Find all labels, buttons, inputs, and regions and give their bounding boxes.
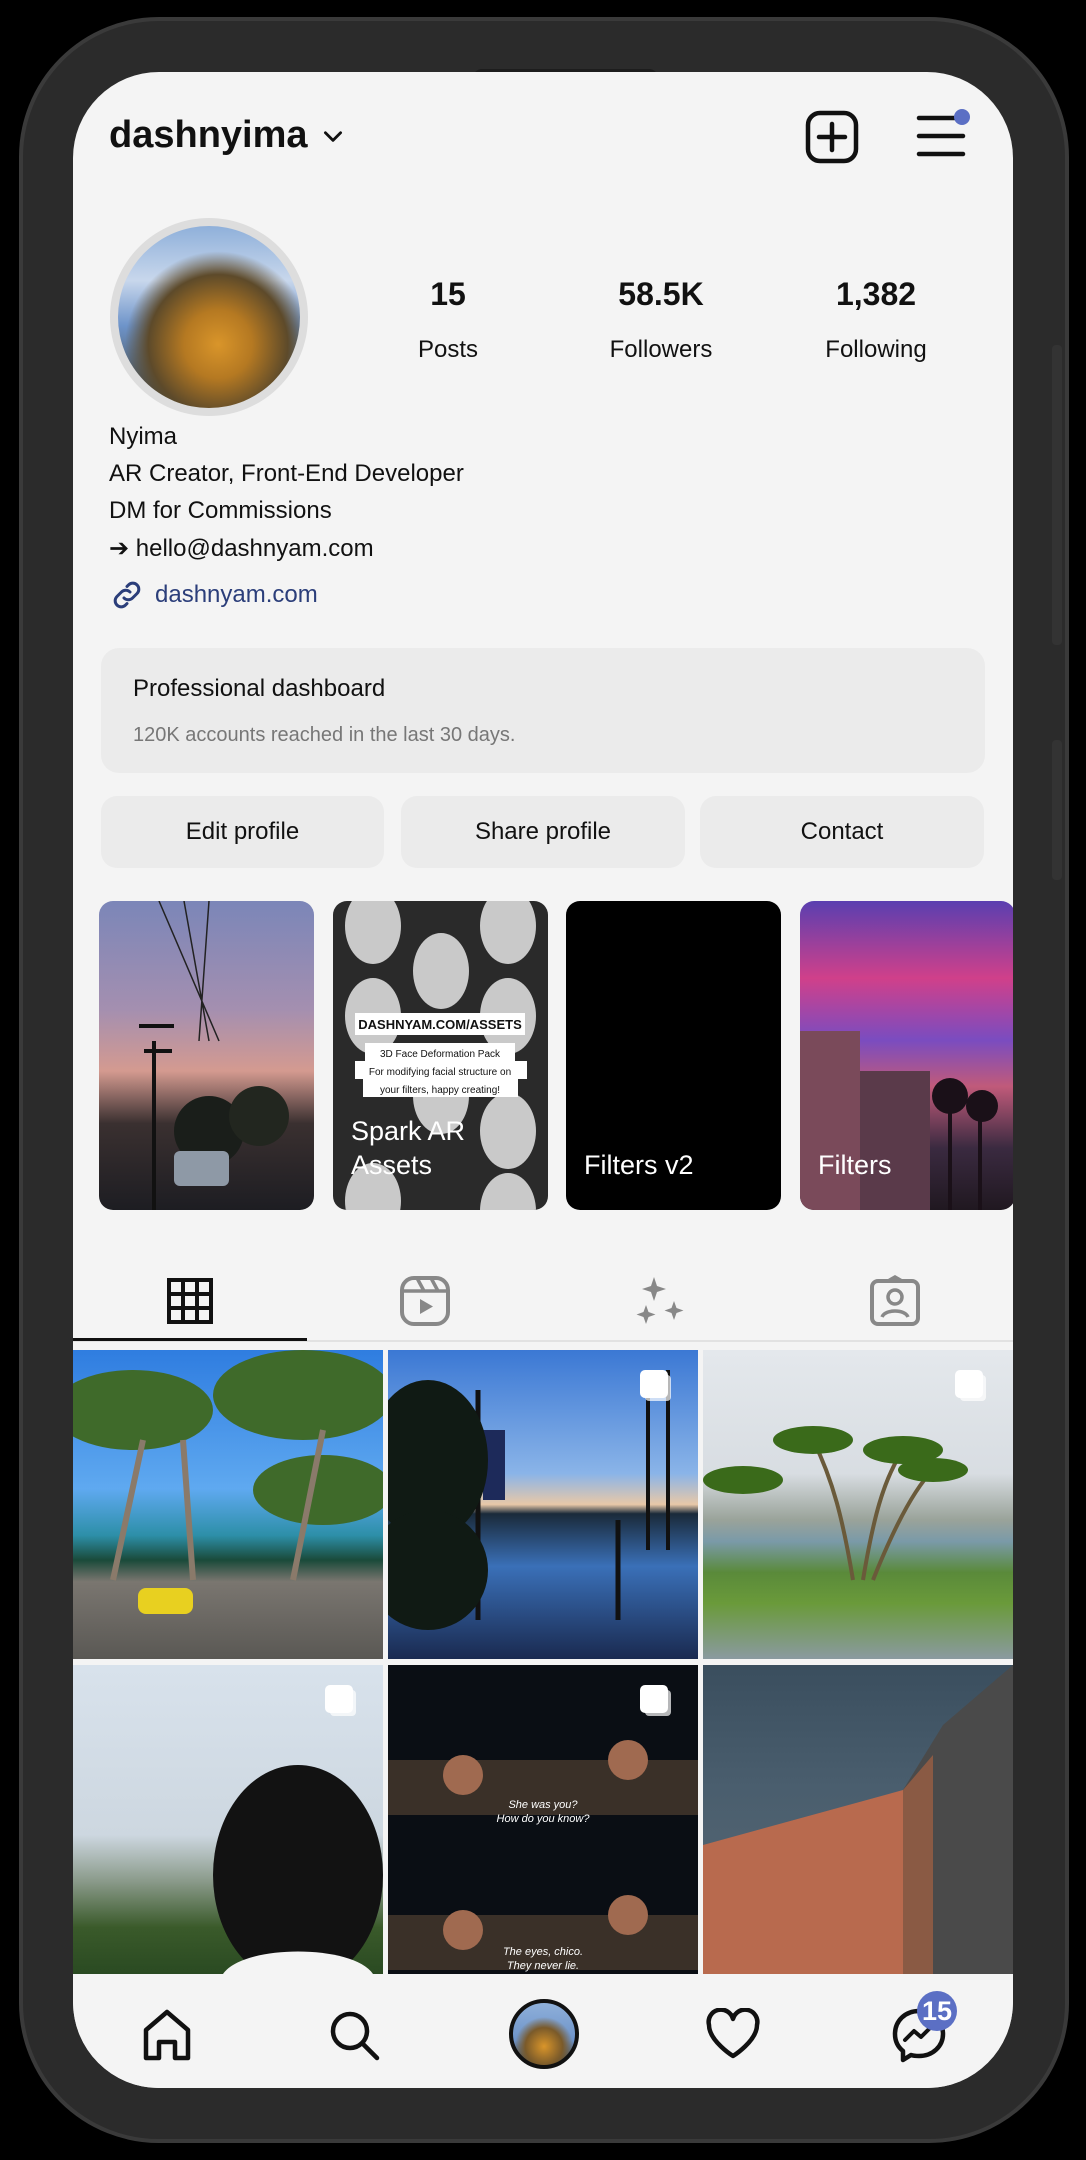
grid-post[interactable] (703, 1350, 1013, 1659)
sparkles-icon (636, 1277, 684, 1324)
bio-email[interactable]: ➔ hello@dashnyam.com (109, 534, 374, 563)
overlay-text: your filters, happy creating! (380, 1085, 500, 1096)
tab-reels[interactable] (308, 1261, 542, 1341)
tab-posts-grid[interactable] (73, 1261, 307, 1341)
bottom-nav: 15 (73, 1975, 1013, 2088)
post-image (73, 1350, 383, 1614)
grid-post[interactable]: She was you? How do you know? The eyes, … (388, 1665, 698, 1974)
highlight-cover (139, 901, 289, 1210)
following-label: Following (825, 336, 927, 363)
grid-icon (167, 1278, 213, 1324)
search-icon (330, 2011, 380, 2061)
highlight-item-filters-v2[interactable]: Filters v2 (566, 901, 781, 1210)
grid-post[interactable] (73, 1665, 383, 1974)
share-profile-button[interactable]: Share profile (401, 796, 685, 868)
side-button (1052, 740, 1062, 880)
following-count: 1,382 (835, 276, 917, 312)
followers-count: 58.5K (618, 276, 704, 312)
overlay-text: For modifying facial structure on (369, 1067, 511, 1078)
followers-label: Followers (609, 336, 713, 363)
screen: dashnyima 15 Posts 58.5K Followers 1,382 Fo… (73, 72, 1013, 2088)
chevron-down-icon (323, 130, 342, 142)
active-tab-indicator (73, 1338, 307, 1341)
edit-profile-button[interactable]: Edit profile (101, 796, 384, 868)
carousel-icon (640, 1685, 668, 1713)
side-button (1052, 345, 1062, 645)
highlight-label: Filters v2 (584, 1150, 694, 1180)
post-image (703, 1665, 1013, 1974)
nav-home[interactable] (137, 2005, 197, 2065)
link-icon (113, 581, 141, 609)
avatar-image (118, 226, 300, 408)
carousel-icon (640, 1370, 668, 1398)
subtitle-text: She was you? (508, 1799, 578, 1811)
home-icon (143, 2009, 191, 2061)
tab-tagged[interactable] (778, 1261, 1012, 1341)
nav-search[interactable] (324, 2005, 384, 2065)
bio-line: AR Creator, Front-End Developer (109, 460, 464, 487)
highlight-item-filters[interactable]: Filters (800, 901, 1013, 1210)
grid-post[interactable] (388, 1350, 698, 1659)
highlight-label: Spark AR Assets (351, 1116, 466, 1180)
menu-icon[interactable] (915, 108, 971, 164)
nav-activity[interactable] (703, 2005, 763, 2065)
professional-dashboard[interactable]: Professional dashboard 120K accounts rea… (101, 648, 985, 773)
new-post-icon[interactable] (805, 110, 859, 164)
subtitle-text: The eyes, chico. (503, 1946, 583, 1958)
website-link[interactable]: dashnyam.com (109, 577, 318, 613)
website-text: dashnyam.com (155, 581, 318, 608)
reels-icon (400, 1276, 450, 1326)
tagged-icon (870, 1275, 920, 1326)
bio-line: DM for Commissions (109, 497, 332, 524)
account-switcher[interactable]: dashnyima (109, 114, 346, 157)
messages-badge: 15 (917, 1991, 957, 2031)
posts-count: 15 (430, 276, 466, 312)
carousel-icon (325, 1685, 353, 1713)
carousel-icon (955, 1370, 983, 1398)
username: dashnyima (109, 114, 308, 156)
grid-post[interactable] (703, 1665, 1013, 1974)
dashboard-title: Professional dashboard (133, 675, 386, 702)
highlight-label: Filters (818, 1150, 892, 1180)
profile-avatar[interactable] (110, 218, 308, 416)
highlight-item[interactable] (99, 901, 314, 1210)
posts-label: Posts (417, 336, 479, 363)
heart-icon (706, 2008, 760, 2059)
contact-button[interactable]: Contact (700, 796, 984, 868)
dashboard-subtitle: 120K accounts reached in the last 30 day… (133, 724, 516, 746)
nav-profile-avatar[interactable] (509, 1999, 579, 2069)
overlay-text: DASHNYAM.COM/ASSETS (358, 1017, 522, 1032)
tab-effects[interactable] (543, 1261, 777, 1341)
display-name: Nyima (109, 423, 178, 450)
subtitle-text: How do you know? (497, 1813, 591, 1825)
subtitle-text: They never lie. (507, 1960, 579, 1972)
nav-messages[interactable]: 15 (889, 1991, 957, 2065)
overlay-text: 3D Face Deformation Pack (380, 1049, 501, 1060)
grid-post[interactable] (73, 1350, 383, 1659)
highlight-item-spark-ar-assets[interactable]: DASHNYAM.COM/ASSETS 3D Face Deformation … (333, 901, 548, 1210)
